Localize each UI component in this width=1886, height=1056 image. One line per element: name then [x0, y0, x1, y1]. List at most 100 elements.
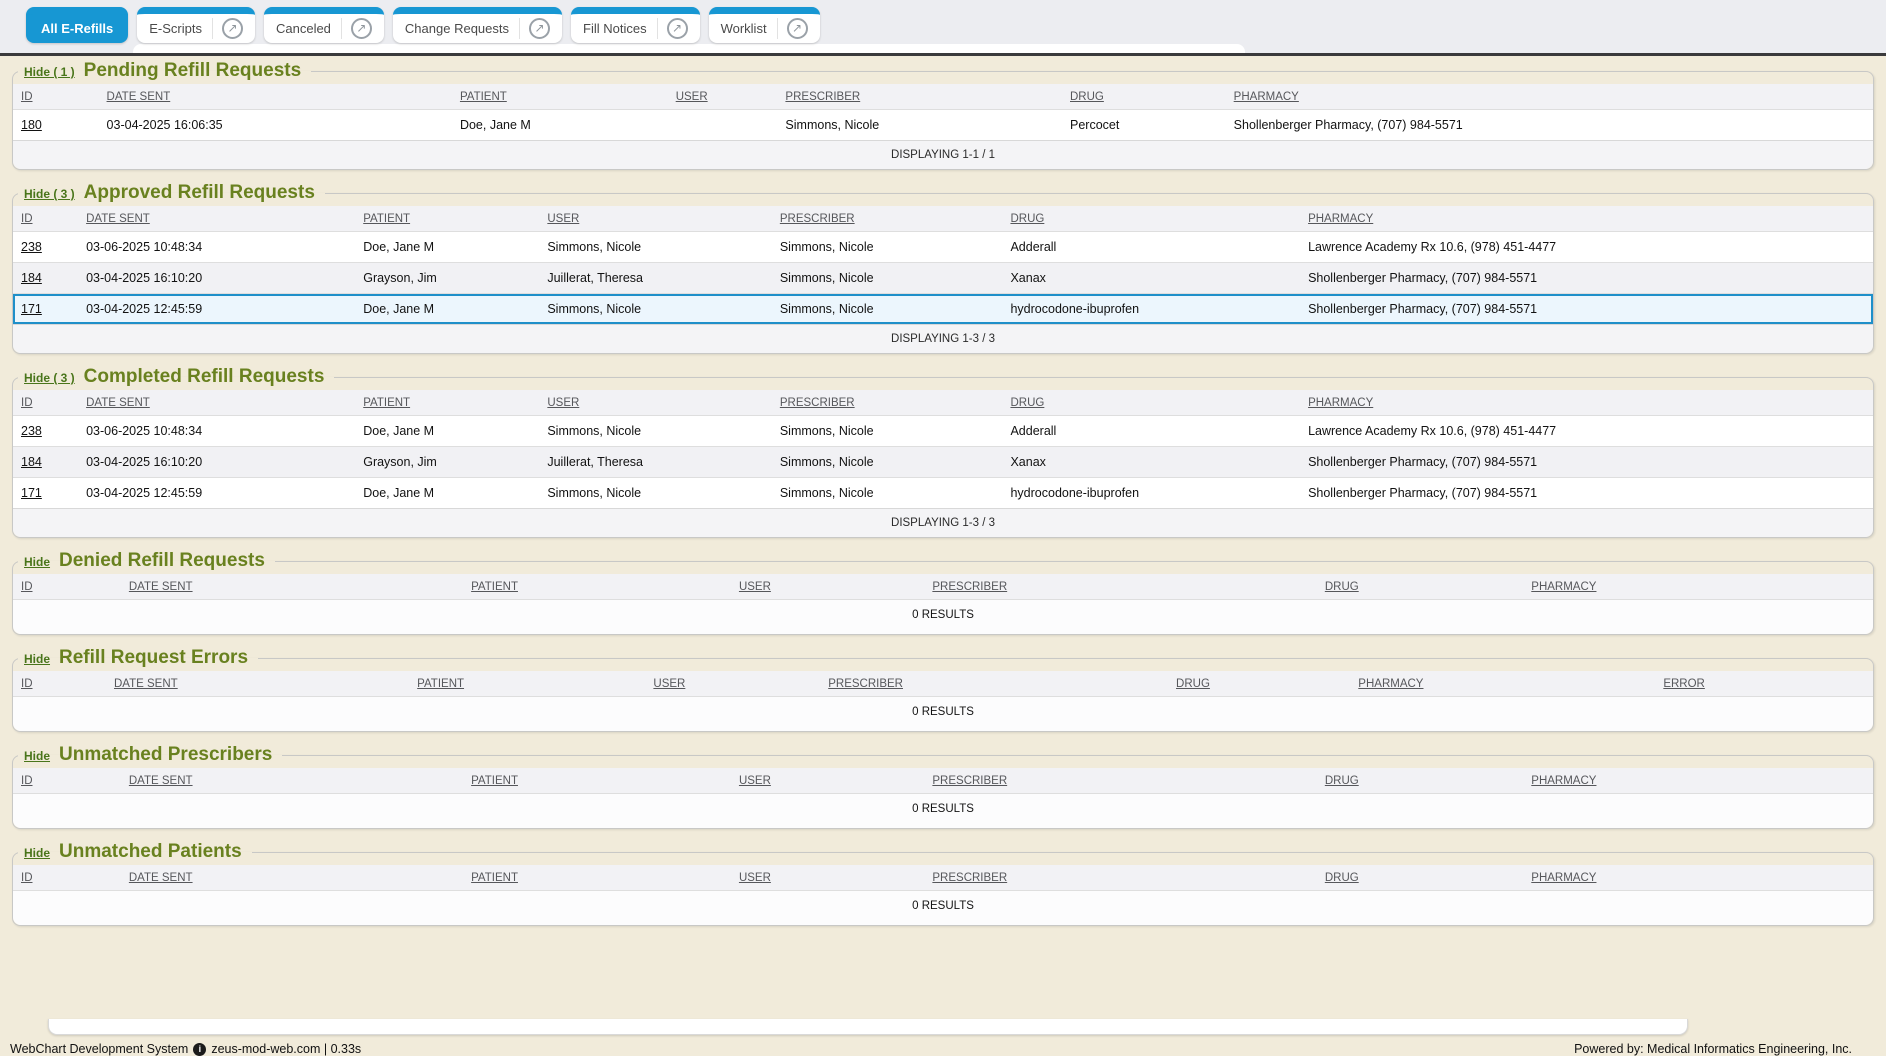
completed-table: ID DATE SENT PATIENT USER PRESCRIBER DRU… [13, 390, 1873, 537]
column-header-patient[interactable]: PATIENT [463, 768, 731, 793]
row-id-link[interactable]: 238 [13, 232, 78, 262]
refill-row-238[interactable]: 238 03-06-2025 10:48:34 Doe, Jane M Simm… [13, 231, 1873, 262]
refill-row-184[interactable]: 184 03-04-2025 16:10:20 Grayson, Jim Jui… [13, 446, 1873, 477]
hide-toggle-link[interactable]: Hide [24, 555, 50, 569]
row-id-link[interactable]: 184 [13, 447, 78, 477]
column-header-user[interactable]: USER [731, 865, 924, 890]
row-pharmacy: Shollenberger Pharmacy, (707) 984-5571 [1300, 294, 1873, 324]
column-header-pharmacy[interactable]: PHARMACY [1523, 768, 1873, 793]
column-header-user[interactable]: USER [668, 84, 778, 109]
row-prescriber: Simmons, Nicole [777, 110, 1062, 140]
hide-toggle-link[interactable]: Hide ( 3 ) [24, 371, 75, 385]
column-header-date-sent[interactable]: DATE SENT [78, 390, 355, 415]
column-header-id[interactable]: ID [13, 865, 121, 890]
refill-row-238[interactable]: 238 03-06-2025 10:48:34 Doe, Jane M Simm… [13, 415, 1873, 446]
row-id-link[interactable]: 238 [13, 416, 78, 446]
tab-fill-notices[interactable]: Fill Notices ↗ [571, 7, 700, 43]
tab-all-e-refills[interactable]: All E-Refills [26, 7, 128, 43]
column-header-pharmacy[interactable]: PHARMACY [1350, 671, 1655, 696]
refill-row-184[interactable]: 184 03-04-2025 16:10:20 Grayson, Jim Jui… [13, 262, 1873, 293]
section-title: Refill Request Errors [59, 647, 248, 669]
column-header-patient[interactable]: PATIENT [463, 574, 731, 599]
column-header-pharmacy[interactable]: PHARMACY [1300, 206, 1873, 231]
row-pharmacy: Shollenberger Pharmacy, (707) 984-5571 [1300, 478, 1873, 508]
external-link-icon[interactable]: ↗ [667, 18, 688, 39]
column-header-pharmacy[interactable]: PHARMACY [1523, 865, 1873, 890]
column-header-id[interactable]: ID [13, 574, 121, 599]
column-header-drug[interactable]: DRUG [1317, 865, 1523, 890]
column-header-prescriber[interactable]: PRESCRIBER [772, 390, 1003, 415]
column-header-date-sent[interactable]: DATE SENT [121, 574, 463, 599]
column-header-date-sent[interactable]: DATE SENT [78, 206, 355, 231]
column-header-date-sent[interactable]: DATE SENT [121, 768, 463, 793]
external-link-icon[interactable]: ↗ [787, 18, 808, 39]
column-header-error[interactable]: ERROR [1655, 671, 1873, 696]
column-header-drug[interactable]: DRUG [1317, 574, 1523, 599]
hide-toggle-link[interactable]: Hide [24, 652, 50, 666]
hide-toggle-link[interactable]: Hide [24, 846, 50, 860]
tab-strip: All E-Refills E-Scripts ↗ Canceled ↗ Cha… [26, 7, 820, 43]
tab-divider: ↗ [657, 18, 688, 39]
external-link-icon[interactable]: ↗ [222, 18, 243, 39]
column-header-user[interactable]: USER [539, 390, 772, 415]
tab-change-requests[interactable]: Change Requests ↗ [393, 7, 562, 43]
column-header-prescriber[interactable]: PRESCRIBER [777, 84, 1062, 109]
column-header-id[interactable]: ID [13, 671, 106, 696]
host-and-render-time: zeus-mod-web.com | 0.33s [211, 1042, 361, 1056]
column-header-drug[interactable]: DRUG [1002, 390, 1300, 415]
column-header-pharmacy[interactable]: PHARMACY [1226, 84, 1873, 109]
column-header-prescriber[interactable]: PRESCRIBER [820, 671, 1168, 696]
external-link-icon[interactable]: ↗ [529, 18, 550, 39]
column-header-id[interactable]: ID [13, 768, 121, 793]
section-title: Unmatched Patients [59, 841, 242, 863]
hide-toggle-link[interactable]: Hide ( 3 ) [24, 187, 75, 201]
column-header-patient[interactable]: PATIENT [463, 865, 731, 890]
row-id-link[interactable]: 180 [13, 110, 99, 140]
column-header-drug[interactable]: DRUG [1317, 768, 1523, 793]
column-header-user[interactable]: USER [539, 206, 772, 231]
column-header-prescriber[interactable]: PRESCRIBER [924, 865, 1316, 890]
column-header-user[interactable]: USER [645, 671, 820, 696]
column-header-prescriber[interactable]: PRESCRIBER [924, 574, 1316, 599]
column-header-patient[interactable]: PATIENT [355, 390, 539, 415]
column-header-date-sent[interactable]: DATE SENT [121, 865, 463, 890]
column-header-prescriber[interactable]: PRESCRIBER [772, 206, 1003, 231]
section-title: Pending Refill Requests [84, 60, 301, 82]
column-header-id[interactable]: ID [13, 390, 78, 415]
column-header-drug[interactable]: DRUG [1002, 206, 1300, 231]
tab-worklist[interactable]: Worklist ↗ [709, 7, 820, 43]
table-paging-status: DISPLAYING 1-1 / 1 [13, 140, 1873, 169]
column-header-id[interactable]: ID [13, 206, 78, 231]
row-patient: Doe, Jane M [355, 232, 539, 262]
table-header-row: ID DATE SENT PATIENT USER PRESCRIBER DRU… [13, 390, 1873, 415]
column-header-pharmacy[interactable]: PHARMACY [1523, 574, 1873, 599]
column-header-patient[interactable]: PATIENT [452, 84, 668, 109]
row-id-link[interactable]: 171 [13, 478, 78, 508]
approved-table: ID DATE SENT PATIENT USER PRESCRIBER DRU… [13, 206, 1873, 353]
refill-row-171-selected[interactable]: 171 03-04-2025 12:45:59 Doe, Jane M Simm… [13, 293, 1873, 324]
row-id-link[interactable]: 184 [13, 263, 78, 293]
column-header-date-sent[interactable]: DATE SENT [99, 84, 452, 109]
column-header-patient[interactable]: PATIENT [355, 206, 539, 231]
row-id-link[interactable]: 171 [13, 294, 78, 324]
column-header-patient[interactable]: PATIENT [409, 671, 645, 696]
column-header-user[interactable]: USER [731, 768, 924, 793]
column-header-drug[interactable]: DRUG [1062, 84, 1226, 109]
tab-canceled[interactable]: Canceled ↗ [264, 7, 384, 43]
column-header-id[interactable]: ID [13, 84, 99, 109]
column-header-pharmacy[interactable]: PHARMACY [1300, 390, 1873, 415]
info-icon[interactable]: i [193, 1043, 206, 1056]
system-label[interactable]: WebChart Development System [10, 1042, 188, 1056]
hide-toggle-link[interactable]: Hide [24, 749, 50, 763]
tab-e-scripts[interactable]: E-Scripts ↗ [137, 7, 255, 43]
column-header-prescriber[interactable]: PRESCRIBER [924, 768, 1316, 793]
refill-row-180[interactable]: 180 03-04-2025 16:06:35 Doe, Jane M Simm… [13, 109, 1873, 140]
powered-by-label[interactable]: Powered by: Medical Informatics Engineer… [1574, 1042, 1852, 1056]
column-header-date-sent[interactable]: DATE SENT [106, 671, 409, 696]
column-header-user[interactable]: USER [731, 574, 924, 599]
column-header-drug[interactable]: DRUG [1168, 671, 1350, 696]
row-date-sent: 03-06-2025 10:48:34 [78, 232, 355, 262]
external-link-icon[interactable]: ↗ [351, 18, 372, 39]
hide-toggle-link[interactable]: Hide ( 1 ) [24, 65, 75, 79]
refill-row-171[interactable]: 171 03-04-2025 12:45:59 Doe, Jane M Simm… [13, 477, 1873, 508]
